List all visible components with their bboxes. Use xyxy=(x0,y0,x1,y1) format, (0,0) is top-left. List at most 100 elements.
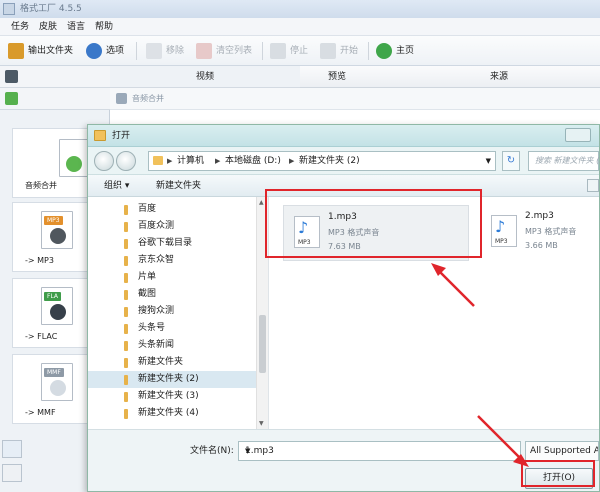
film-icon xyxy=(5,70,18,83)
audio-merge-icon xyxy=(59,139,89,177)
stop-icon xyxy=(270,43,286,59)
selection-highlight-box xyxy=(265,189,482,258)
file-type: MP3 格式声音 xyxy=(525,227,577,236)
document-tab-icon[interactable] xyxy=(2,464,22,482)
new-folder-button[interactable]: 新建文件夹 xyxy=(156,175,201,197)
audio-file-icon: ♪ MP3 xyxy=(491,215,517,247)
scroll-down-icon[interactable]: ▼ xyxy=(259,420,264,427)
folder-item[interactable]: 头条新闻 xyxy=(88,337,256,354)
folder-icon xyxy=(124,324,128,334)
audio-merge-card[interactable]: 音频合并 xyxy=(12,128,96,198)
mmf-format-card[interactable]: MMF -> MMF xyxy=(12,354,96,424)
flac-file-icon: FLA xyxy=(41,287,73,325)
address-bar[interactable]: ▶ 计算机 ▶ 本地磁盘 (D:) ▶ 新建文件夹 (2) ▼ xyxy=(148,151,496,171)
dialog-title: 打开 xyxy=(112,131,131,141)
music-icon xyxy=(5,92,18,105)
source-column-header: 来源 xyxy=(490,72,509,82)
folder-icon xyxy=(124,239,128,249)
folder-item[interactable]: 谷歌下载目录 xyxy=(88,235,256,252)
open-file-dialog: 打开 ▶ 计算机 ▶ 本地磁盘 (D:) ▶ 新建文件夹 (2) ▼ ↻ 搜索 … xyxy=(87,124,600,492)
file-name: 2.mp3 xyxy=(525,211,554,221)
file-type-filter[interactable]: All Supported Au xyxy=(525,441,599,461)
folder-icon xyxy=(124,222,128,232)
breadcrumb-folder[interactable]: 新建文件夹 (2) xyxy=(299,152,360,170)
tab-video[interactable] xyxy=(0,66,110,88)
menu-skin[interactable]: 皮肤 xyxy=(34,18,62,36)
folder-item[interactable]: 新建文件夹 (4) xyxy=(88,405,256,422)
folder-icon xyxy=(94,130,106,141)
folder-item[interactable]: 百度众测 xyxy=(88,218,256,235)
folder-icon xyxy=(124,358,128,368)
folder-icon xyxy=(124,341,128,351)
mp3-format-card[interactable]: MP3 -> MP3 xyxy=(12,202,96,272)
flac-format-card[interactable]: FLA -> FLAC xyxy=(12,278,96,348)
toolbar-divider xyxy=(136,42,137,60)
folder-icon xyxy=(124,375,128,385)
folder-icon xyxy=(124,290,128,300)
folder-icon xyxy=(124,409,128,419)
filename-input[interactable]: 1.mp3 ▼ xyxy=(238,441,521,461)
audio-merge-header: 音频合并 xyxy=(110,88,600,110)
filename-label: 文件名(N): xyxy=(190,446,234,456)
scroll-up-icon[interactable]: ▲ xyxy=(259,199,264,206)
app-logo-icon xyxy=(3,3,15,15)
breadcrumb-computer[interactable]: 计算机 xyxy=(177,152,204,170)
folder-item[interactable]: 京东众智 xyxy=(88,252,256,269)
app-title: 格式工厂 4.5.5 xyxy=(20,4,82,14)
folder-icon xyxy=(124,256,128,266)
folder-item[interactable]: 百度 xyxy=(88,201,256,218)
merge-icon xyxy=(116,93,127,104)
folder-item[interactable]: 片单 xyxy=(88,269,256,286)
app-titlebar: 格式工厂 4.5.5 xyxy=(0,0,600,18)
folder-icon xyxy=(124,392,128,402)
breadcrumb-drive[interactable]: 本地磁盘 (D:) xyxy=(225,152,281,170)
tab-audio[interactable] xyxy=(0,88,110,110)
view-options-icon[interactable] xyxy=(587,179,599,192)
toolbar-divider xyxy=(368,42,369,60)
folder-icon xyxy=(8,43,24,59)
file-size: 3.66 MB xyxy=(525,241,558,250)
gear-icon xyxy=(86,43,102,59)
chevron-down-icon[interactable]: ▼ xyxy=(245,442,516,460)
navigation-bar: ▶ 计算机 ▶ 本地磁盘 (D:) ▶ 新建文件夹 (2) ▼ ↻ 搜索 新建文… xyxy=(88,147,600,175)
menu-help[interactable]: 帮助 xyxy=(90,18,118,36)
video-category-header[interactable]: 视频 xyxy=(110,66,300,88)
open-button-highlight-box xyxy=(521,460,595,487)
back-button[interactable] xyxy=(94,151,114,171)
folder-item[interactable]: 搜狗众测 xyxy=(88,303,256,320)
chevron-right-icon: ▶ xyxy=(289,157,295,165)
file-item[interactable]: ♪ MP3 2.mp3 MP3 格式声音 3.66 MB xyxy=(487,205,599,261)
folder-item[interactable]: 头条号 xyxy=(88,320,256,337)
chevron-right-icon: ▶ xyxy=(167,157,173,165)
remove-icon xyxy=(146,43,162,59)
dialog-titlebar: 打开 xyxy=(88,125,599,147)
mmf-file-icon: MMF xyxy=(41,363,73,401)
toolbar-divider xyxy=(262,42,263,60)
image-tab-icon[interactable] xyxy=(2,440,22,458)
close-button[interactable] xyxy=(565,128,591,142)
main-toolbar: 输出文件夹 选项 移除 清空列表 停止 开始 主页 xyxy=(0,36,600,66)
mp3-file-icon: MP3 xyxy=(41,211,73,249)
folder-item-selected[interactable]: 新建文件夹 (2) xyxy=(88,371,256,388)
chevron-down-icon[interactable]: ▼ xyxy=(486,152,491,170)
folder-icon xyxy=(153,156,163,165)
menu-language[interactable]: 语言 xyxy=(62,18,90,36)
menubar: 任务 皮肤 语言 帮助 xyxy=(0,18,600,36)
task-list-header: 预览 来源 xyxy=(300,66,600,88)
folder-item[interactable]: 截图 xyxy=(88,286,256,303)
start-icon xyxy=(320,43,336,59)
globe-icon xyxy=(376,43,392,59)
organize-button[interactable]: 组织 ▾ xyxy=(104,175,129,197)
folder-item[interactable]: 新建文件夹 (3) xyxy=(88,388,256,405)
folder-tree: 百度 百度众测 谷歌下载目录 京东众智 片单 截图 搜狗众测 头条号 头条新闻 … xyxy=(88,197,268,429)
scrollbar-thumb[interactable] xyxy=(259,315,266,373)
forward-button[interactable] xyxy=(116,151,136,171)
folder-item[interactable]: 新建文件夹 xyxy=(88,354,256,371)
clear-icon xyxy=(196,43,212,59)
chevron-right-icon: ▶ xyxy=(215,157,221,165)
menu-task[interactable]: 任务 xyxy=(6,18,34,36)
refresh-button[interactable]: ↻ xyxy=(502,151,520,171)
folder-icon xyxy=(124,205,128,215)
search-input[interactable]: 搜索 新建文件夹 (2) xyxy=(528,151,600,171)
folder-icon xyxy=(124,273,128,283)
